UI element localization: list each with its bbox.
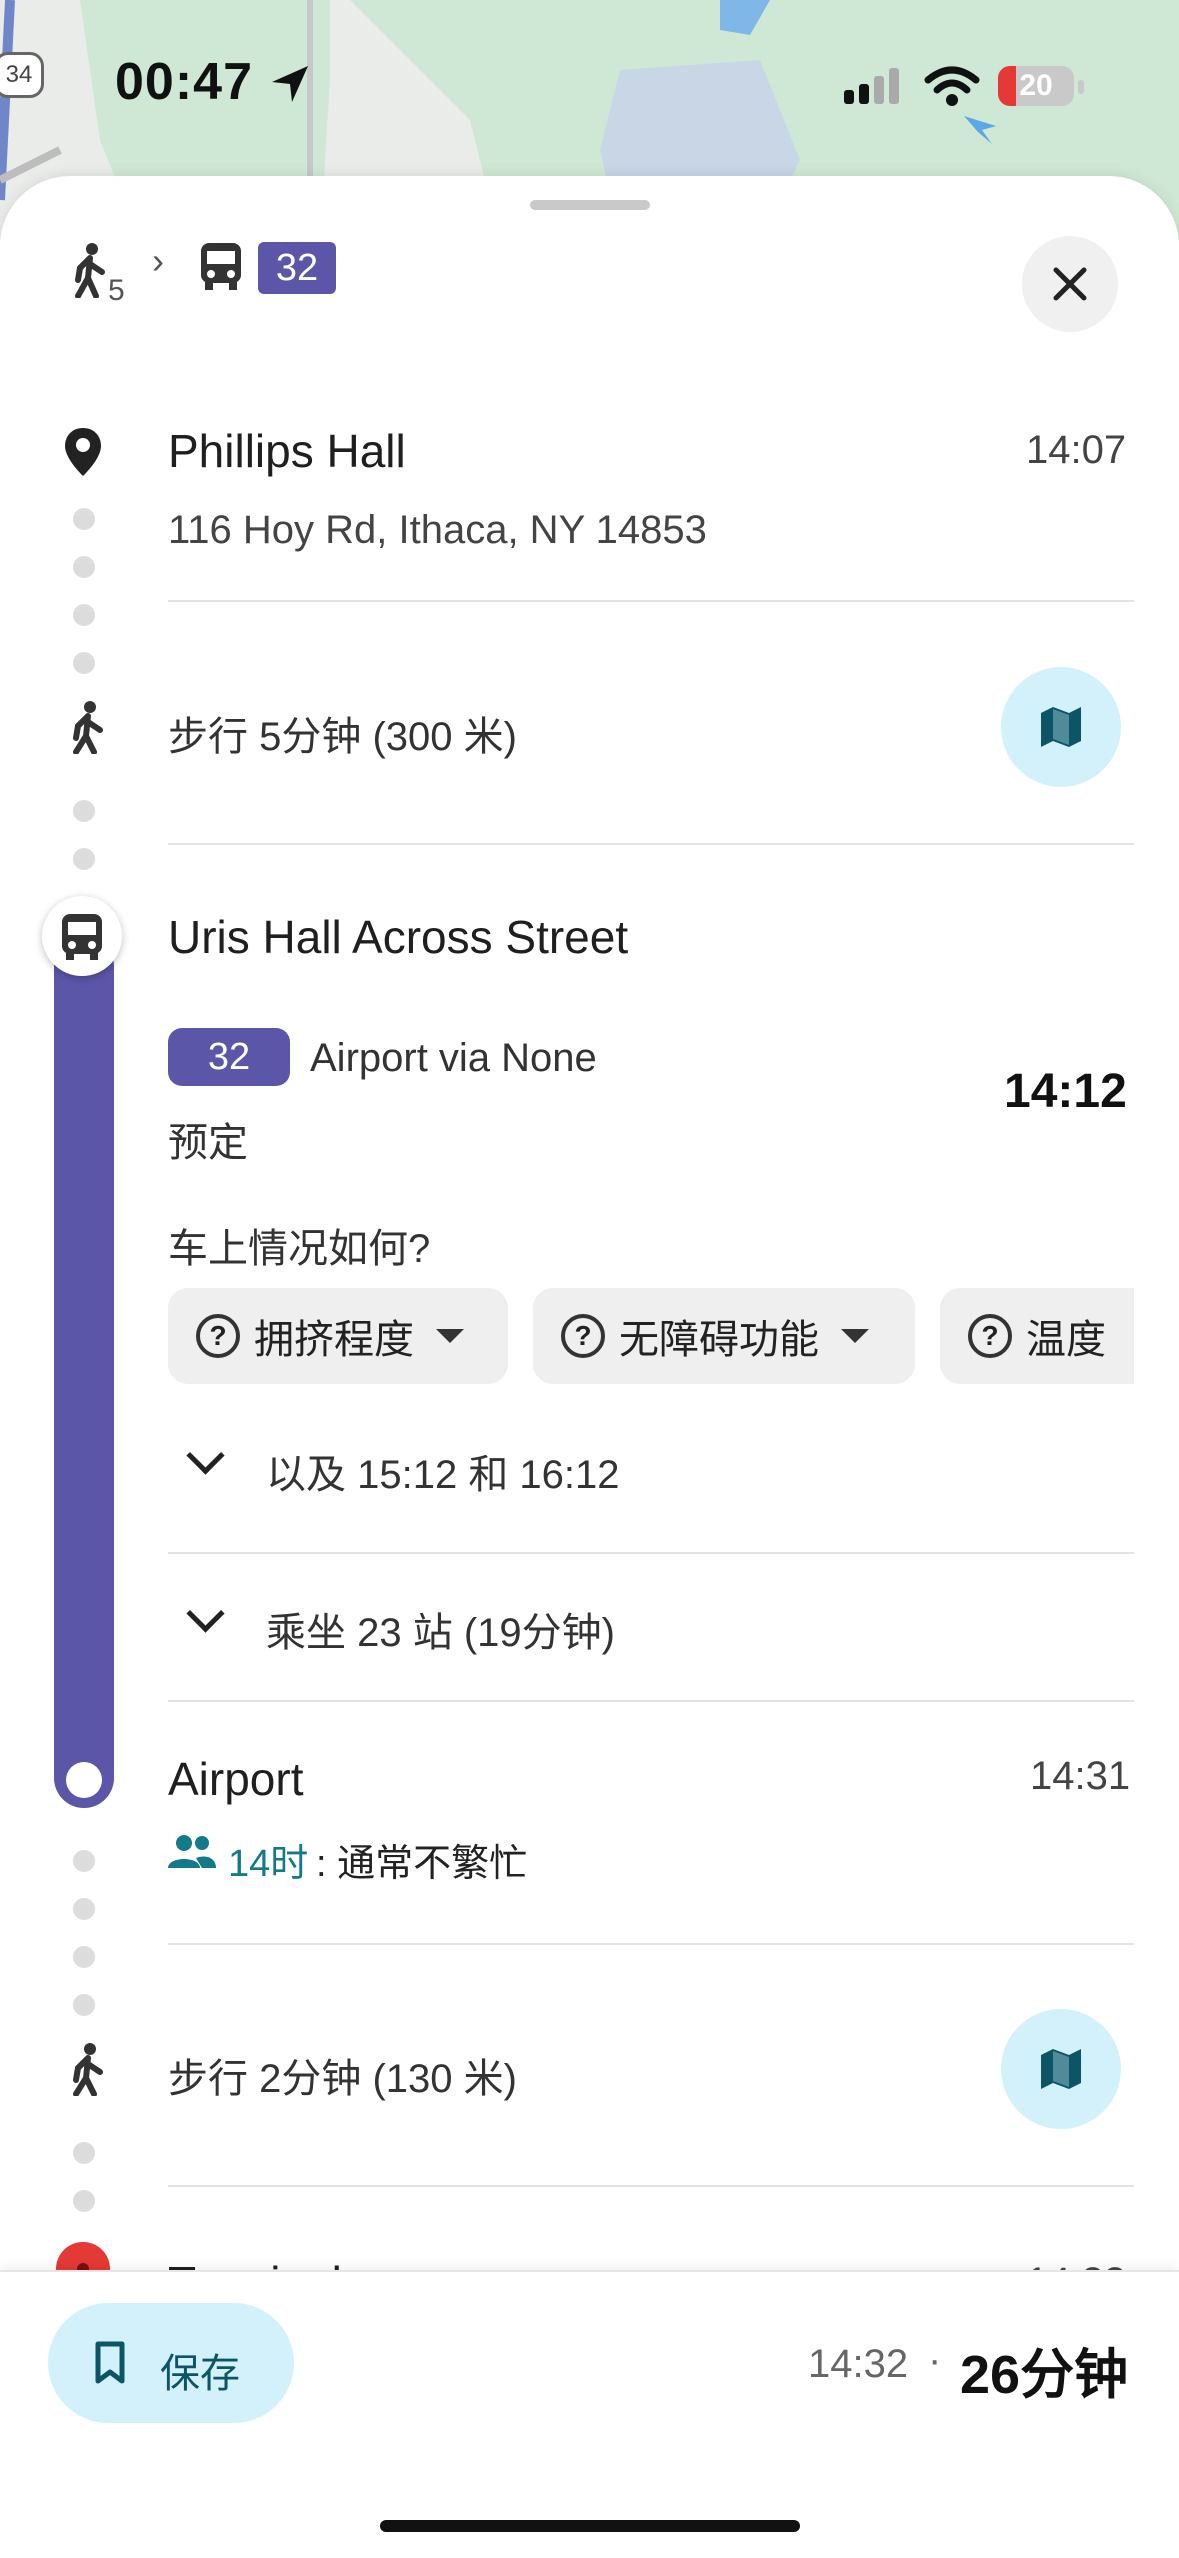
walk-2-map-button[interactable] (1001, 2009, 1121, 2129)
chip-temperature[interactable]: ? 温度 (940, 1288, 1134, 1384)
divider (168, 600, 1134, 602)
destination-marker (56, 2242, 110, 2270)
more-times-toggle[interactable]: 以及 15:12 和 16:12 (168, 1432, 1134, 1512)
help-icon: ? (561, 1314, 605, 1358)
map-icon (1041, 2049, 1081, 2089)
destination-time: 14:33 (1026, 2260, 1126, 2270)
close-icon (1053, 267, 1087, 301)
timeline-dot (73, 1994, 95, 2016)
chevron-down-icon (186, 1436, 225, 1475)
ride-stops-toggle[interactable]: 乘坐 23 站 (19分钟) (168, 1590, 1134, 1670)
cellular-signal-icon (844, 68, 899, 104)
people-icon (168, 1835, 216, 1868)
sheet-grabber[interactable] (530, 200, 650, 210)
destination-name: Terminal (168, 2256, 342, 2270)
board-route-badge: 32 (168, 1028, 290, 1086)
dropdown-caret-icon (841, 1329, 869, 1343)
walk-icon (73, 2043, 103, 2096)
ride-stops-label: 乘坐 23 站 (19分钟) (266, 1611, 615, 1655)
save-button[interactable]: 保存 (48, 2303, 294, 2423)
wifi-icon (924, 66, 980, 106)
bus-icon (201, 243, 241, 290)
more-times-label: 以及 15:12 和 16:12 (266, 1453, 620, 1497)
timeline-dot (73, 800, 95, 822)
divider (168, 1700, 1134, 1702)
board-stop-name: Uris Hall Across Street (168, 911, 629, 963)
alight-time: 14:31 (1030, 1754, 1131, 1798)
arrival-time: 14:32 (808, 2342, 909, 2386)
timeline-dot (73, 1898, 95, 1920)
alight-stop-marker (66, 1762, 102, 1798)
walk-1-label: 步行 5分钟 (300 米) (168, 715, 517, 759)
origin-address: 116 Hoy Rd, Ithaca, NY 14853 (168, 508, 707, 552)
timeline-dot (73, 556, 95, 578)
bookmark-icon (95, 2341, 125, 2384)
timeline-dot (73, 848, 95, 870)
destination-clip: Terminal 14:33 (0, 2230, 1179, 2270)
timeline-dot (73, 1946, 95, 1968)
chip-crowding[interactable]: ? 拥挤程度 (168, 1288, 508, 1384)
bus-icon (62, 914, 102, 960)
chip-accessibility-label: 无障碍功能 (619, 1318, 819, 1362)
footer-separator: · (928, 2338, 942, 2382)
timeline-dot (73, 508, 95, 530)
crowd-hour: 14时 (228, 1843, 309, 1885)
timeline-dot (73, 2190, 95, 2212)
walk-icon (73, 701, 103, 754)
close-button[interactable] (1022, 236, 1118, 332)
divider (168, 1552, 1134, 1554)
route-badge-summary: 32 (258, 242, 336, 294)
location-arrow-icon (272, 66, 308, 102)
battery-tip (1078, 80, 1084, 94)
compass-arrow-icon (964, 116, 996, 144)
walk-icon (75, 243, 105, 298)
trip-duration: 26分钟 (960, 2345, 1129, 2405)
chip-accessibility[interactable]: ? 无障碍功能 (533, 1288, 915, 1384)
origin-time: 14:07 (1026, 428, 1127, 472)
chip-crowding-label: 拥挤程度 (254, 1318, 414, 1362)
dropdown-caret-icon (436, 1329, 464, 1343)
map-icon (1041, 707, 1081, 747)
divider (168, 2185, 1134, 2187)
board-stop-marker (42, 896, 122, 976)
board-status: 预定 (168, 1121, 248, 1165)
walk-1-map-button[interactable] (1001, 667, 1121, 787)
feedback-question: 车上情况如何? (168, 1227, 431, 1271)
chevron-right-icon: › (152, 240, 164, 281)
battery-indicator: 20 (998, 66, 1074, 106)
origin-name: Phillips Hall (168, 425, 406, 477)
divider (168, 843, 1134, 845)
timeline-dot (73, 604, 95, 626)
walk-2-label: 步行 2分钟 (130 米) (168, 2057, 517, 2101)
alight-stop-name: Airport (168, 1753, 304, 1805)
chip-temperature-label: 温度 (1026, 1318, 1106, 1362)
route-line (54, 936, 114, 1808)
divider (168, 1943, 1134, 1945)
timeline-dot (73, 652, 95, 674)
chevron-down-icon (186, 1594, 225, 1633)
save-label: 保存 (160, 2352, 240, 2396)
timeline-dot (73, 2142, 95, 2164)
road-sign: 34 (0, 52, 44, 98)
location-pin-icon (65, 428, 101, 476)
home-indicator[interactable] (380, 2520, 800, 2532)
walk-minutes: 5 (108, 274, 125, 307)
crowd-text: : 通常不繁忙 (316, 1843, 528, 1885)
help-icon: ? (196, 1314, 240, 1358)
board-headsign: Airport via None (310, 1036, 597, 1080)
battery-level: 20 (1019, 69, 1053, 102)
board-departure-time: 14:12 (1004, 1065, 1127, 1118)
timeline-dot (73, 1850, 95, 1872)
status-time: 00:47 (115, 53, 253, 111)
help-icon: ? (968, 1314, 1012, 1358)
